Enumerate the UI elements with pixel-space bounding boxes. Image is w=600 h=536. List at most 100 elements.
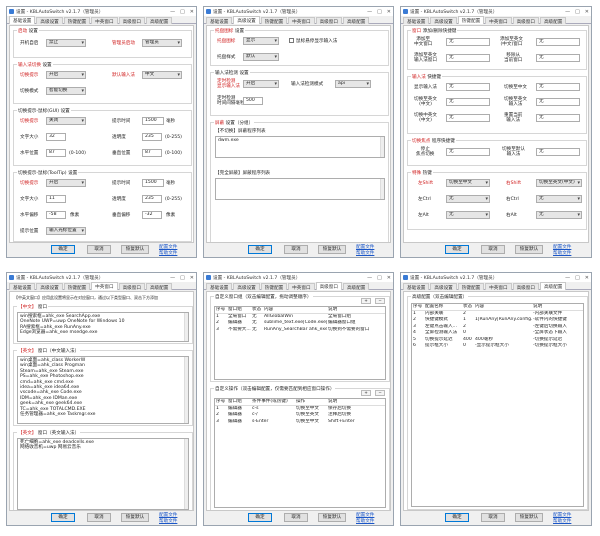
hk-input[interactable]: 无 (446, 114, 490, 122)
restore-default-button[interactable]: 恢复默认 (515, 245, 543, 254)
minimize-icon[interactable]: — (565, 275, 570, 281)
tt-font-input[interactable]: 11 (46, 195, 66, 203)
minimize-icon[interactable]: — (367, 275, 372, 281)
scrollbar[interactable] (380, 137, 384, 157)
no-switch-list[interactable]: dwm.exe (215, 136, 385, 158)
tab-cn-en-window[interactable]: 中英窗口 (485, 283, 512, 291)
add-group-button[interactable]: + (361, 298, 371, 304)
cancel-button[interactable]: 取消 (87, 513, 111, 522)
cancel-button[interactable]: 取消 (284, 245, 308, 254)
maximize-icon[interactable]: □ (377, 9, 382, 15)
col-header[interactable]: 配置名称 (424, 304, 462, 310)
tip-style-select[interactable]: 关闭 (46, 117, 86, 125)
config-file-link[interactable]: 配置文件 (159, 513, 177, 518)
restore-default-button[interactable]: 恢复默认 (515, 513, 543, 522)
tab-adv-window[interactable]: 高级窗口 (512, 17, 539, 25)
tab-cn-en-window[interactable]: 中英窗口 (91, 17, 118, 25)
ok-button[interactable]: 确定 (445, 245, 469, 254)
hk-input[interactable]: 无 (446, 83, 490, 91)
left-shift-select[interactable]: 切换至中文 (446, 179, 490, 187)
scrollbar[interactable] (380, 179, 384, 199)
tt-hoffset-input[interactable]: -58 (46, 211, 66, 219)
tab-hotkeys[interactable]: 热键配置 (457, 16, 485, 24)
tab-adv-config[interactable]: 高级配置 (342, 17, 370, 25)
tab-adv-window[interactable]: 高级窗口 (315, 282, 342, 290)
help-file-link[interactable]: 帮助文件 (553, 251, 571, 256)
help-file-link[interactable]: 帮助文件 (356, 251, 374, 256)
restore-default-button[interactable]: 恢复默认 (121, 245, 149, 254)
tab-hotkeys[interactable]: 热键配置 (260, 17, 288, 25)
hk-input[interactable]: 无 (536, 83, 580, 91)
restore-default-button[interactable]: 恢复默认 (121, 513, 149, 522)
minimize-icon[interactable]: — (170, 275, 175, 281)
tray-tip-checkbox[interactable] (289, 38, 294, 43)
col-header[interactable]: 窗口组 (227, 399, 251, 405)
table-row[interactable]: 6 提示框大小 0 -显示提示框大小 -切换提示框大小 (412, 343, 583, 350)
tab-advanced[interactable]: 高级设置 (233, 283, 260, 291)
maximize-icon[interactable]: □ (575, 275, 580, 281)
tab-basic[interactable]: 基础设置 (403, 17, 430, 25)
tab-adv-config[interactable]: 高级配置 (145, 283, 173, 291)
tt-time-input[interactable]: 1500 (142, 179, 164, 187)
tab-adv-window[interactable]: 高级窗口 (118, 17, 145, 25)
hk-input[interactable]: 无 (536, 148, 580, 156)
restore-default-button[interactable]: 恢复默认 (318, 245, 346, 254)
default-ime-select[interactable]: 中文 (142, 71, 182, 79)
detect-mode-select[interactable]: api (335, 80, 371, 88)
scrollbar[interactable] (184, 313, 188, 341)
tt-transparency-input[interactable]: 235 (142, 195, 162, 203)
close-icon[interactable]: ✕ (190, 275, 194, 281)
col-header[interactable]: 说明 (327, 307, 383, 313)
table-row[interactable]: 3 编辑器 s-Enter 切换至中文 Shift+Enter (215, 419, 385, 426)
tab-adv-config[interactable]: 高级配置 (539, 282, 567, 290)
add-action-button[interactable]: + (361, 390, 371, 396)
tab-hotkeys[interactable]: 热键配置 (63, 17, 91, 25)
ok-button[interactable]: 确定 (51, 513, 75, 522)
tab-hotkeys[interactable]: 热键配置 (260, 283, 288, 291)
help-file-link[interactable]: 帮助文件 (159, 251, 177, 256)
col-header[interactable]: 内容 (474, 304, 532, 310)
hk-input[interactable]: 无 (446, 54, 490, 62)
col-header[interactable]: 状态 (462, 304, 474, 310)
hk-input[interactable]: 无 (536, 114, 580, 122)
tt-style-select[interactable]: 开启 (46, 179, 86, 187)
tab-hotkeys[interactable]: 热键配置 (63, 283, 91, 291)
config-file-link[interactable]: 配置文件 (356, 513, 374, 518)
tip-time-input[interactable]: 1500 (142, 117, 164, 125)
tab-basic[interactable]: 基础设置 (9, 16, 36, 24)
scrollbar[interactable] (184, 439, 188, 509)
tray-style-select[interactable]: 默认 (243, 53, 279, 61)
tab-cn-en-window[interactable]: 中英窗口 (288, 283, 315, 291)
maximize-icon[interactable]: □ (377, 275, 382, 281)
hk-input[interactable]: 无 (446, 98, 490, 106)
ok-button[interactable]: 确定 (51, 245, 75, 254)
scrollbar[interactable] (184, 357, 188, 423)
tab-advanced[interactable]: 高级设置 (36, 17, 63, 25)
cancel-button[interactable]: 取消 (87, 245, 111, 254)
tab-adv-config[interactable]: 高级配置 (539, 17, 567, 25)
right-alt-select[interactable]: 无 (536, 211, 582, 219)
cancel-button[interactable]: 取消 (481, 513, 505, 522)
detect-interval-input[interactable]: 500 (243, 97, 263, 105)
hk-input[interactable]: 无 (446, 38, 490, 46)
cancel-button[interactable]: 取消 (481, 245, 505, 254)
tray-select[interactable]: 显示 (243, 37, 279, 45)
tab-cn-en-window[interactable]: 中英窗口 (91, 282, 118, 290)
cn-window-list[interactable]: win搜索框=ahk_exe SearchApp.exe OneNote UWP… (17, 312, 189, 342)
maximize-icon[interactable]: □ (180, 275, 185, 281)
close-icon[interactable]: ✕ (585, 275, 589, 281)
col-header[interactable]: 说明 (532, 304, 582, 310)
col-header[interactable]: 序号 (412, 304, 424, 310)
custom-action-table[interactable]: 序号 窗口组 条件事件(或热键) 操作 说明 1 编辑器 c-s 切换至中文 保存后切换 2 编辑… (214, 398, 386, 508)
help-file-link[interactable]: 帮助文件 (553, 519, 571, 524)
switch-tip-select[interactable]: 开启 (46, 71, 86, 79)
right-shift-select[interactable]: 切换至英文(中文) (536, 179, 582, 187)
config-file-link[interactable]: 配置文件 (356, 245, 374, 250)
adv-config-table[interactable]: 序号 配置名称 状态 内容 说明 1 内部关联 2 -内部关联文件 2 快捷键模式 1 1|RunA… (411, 303, 584, 507)
tab-adv-window[interactable]: 高级窗口 (118, 283, 145, 291)
col-header[interactable]: 说明 (327, 399, 383, 405)
tab-basic[interactable]: 基础设置 (403, 283, 430, 291)
col-header[interactable]: 内容 (263, 307, 327, 313)
col-header[interactable]: 操作 (295, 399, 327, 405)
tt-voffset-input[interactable]: -32 (142, 211, 162, 219)
